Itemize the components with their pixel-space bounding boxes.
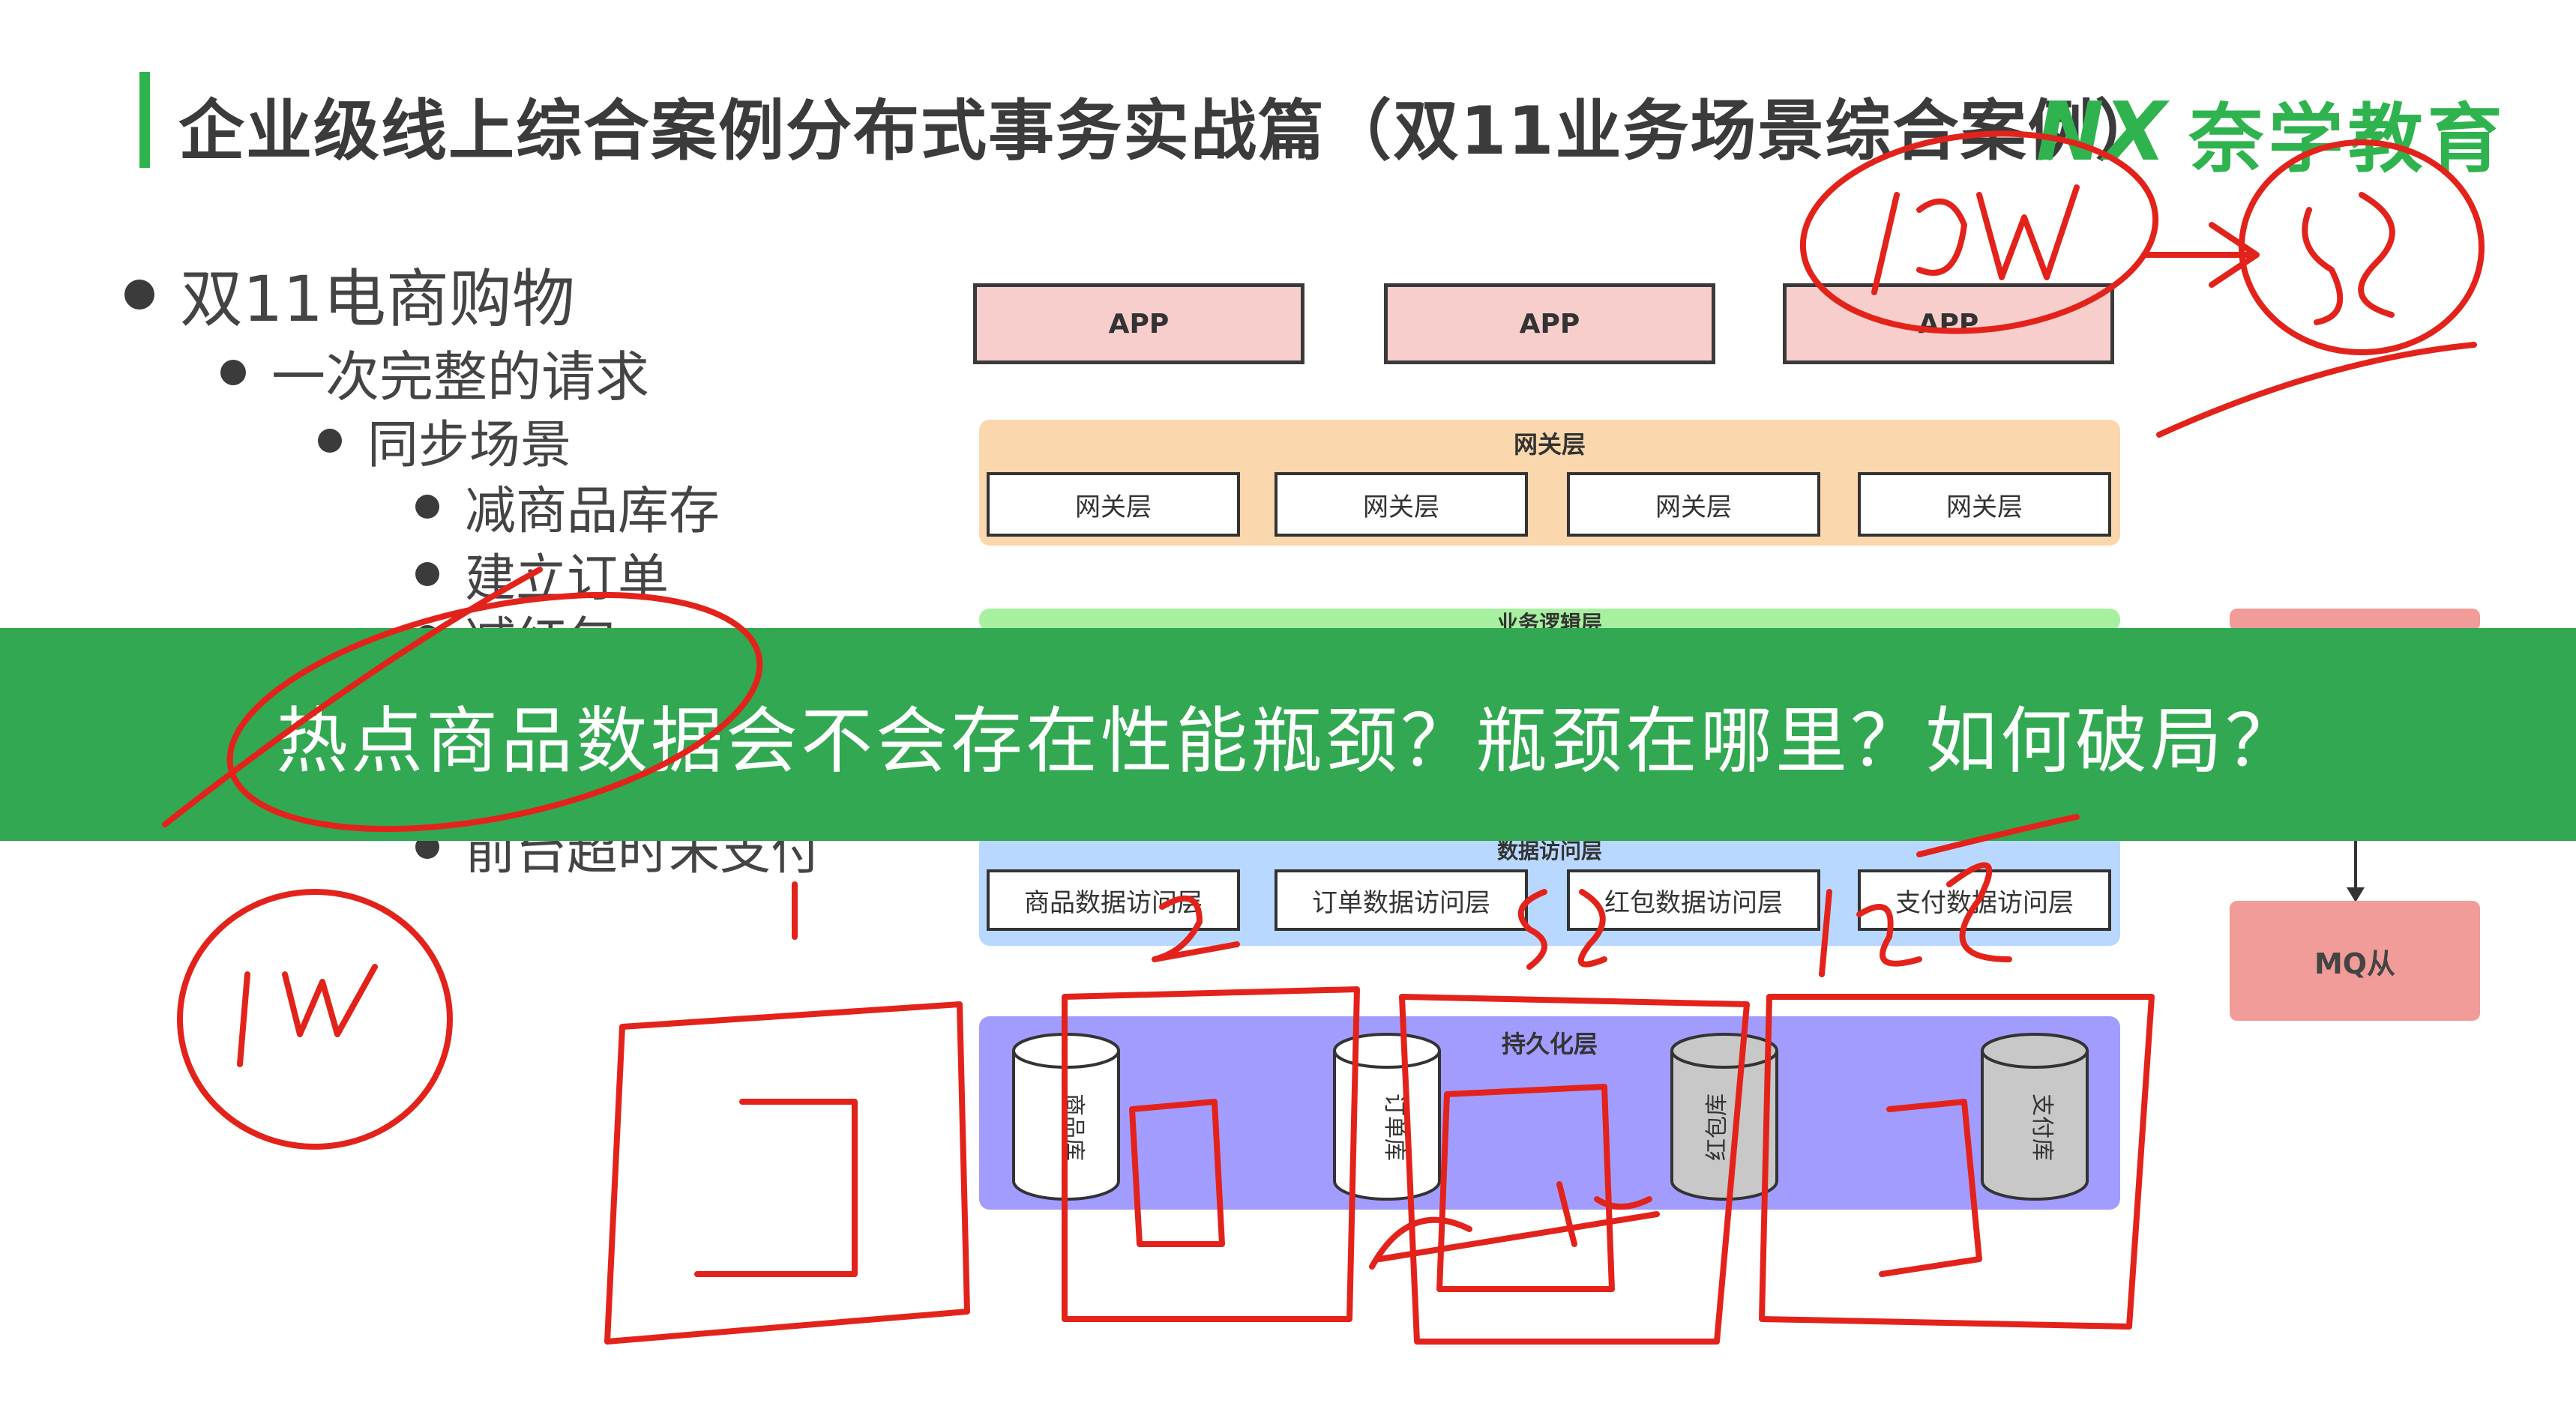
- ink-box: [694, 1099, 858, 1277]
- subtitle-banner: 热点商品数据会不会存在性能瓶颈？瓶颈在哪里？如何破局？: [0, 628, 2576, 841]
- database-label: 支付库: [2029, 1093, 2055, 1161]
- database-label: 订单库: [1381, 1093, 1407, 1161]
- gateway-box: 网关层: [1567, 472, 1820, 537]
- ink-stroke: [2156, 342, 2477, 438]
- database-icon: 红包库: [1670, 1033, 1778, 1201]
- outline-item: 减商品库存: [415, 469, 720, 543]
- app-box: APP: [973, 283, 1304, 364]
- data-access-box: 商品数据访问层: [987, 869, 1240, 931]
- bullet-icon: [220, 359, 246, 385]
- app-box: APP: [1384, 283, 1715, 364]
- database-icon: 支付库: [1981, 1033, 2089, 1201]
- database-icon: 订单库: [1333, 1033, 1441, 1201]
- ink-stroke: [1871, 184, 2080, 295]
- app-box: APP: [1783, 283, 2114, 364]
- arrow-down-icon: [2347, 887, 2365, 902]
- outline-level1-text: 双11电商购物: [180, 262, 575, 336]
- bullet-icon: [318, 428, 342, 453]
- database-label: 商品库: [1060, 1093, 1086, 1161]
- data-access-box: 订单数据访问层: [1275, 869, 1528, 931]
- ink-stroke: [237, 964, 378, 1067]
- ink-circle: [177, 889, 453, 1150]
- gateway-box: 网关层: [1858, 472, 2111, 537]
- logo-text: 奈学教育: [2188, 95, 2507, 183]
- slide-title: 企业级线上综合案例分布式事务实战篇（双11业务场景综合案例）: [178, 92, 2163, 169]
- gateway-box: 网关层: [987, 472, 1240, 537]
- data-access-box: 红包数据访问层: [1567, 869, 1820, 931]
- persistence-layer-label: 持久化层: [1501, 1030, 1598, 1058]
- mq-connector-line: [2354, 839, 2357, 892]
- subtitle-text: 热点商品数据会不会存在性能瓶颈？瓶颈在哪里？如何破局？: [276, 699, 2300, 783]
- gateway-box: 网关层: [1275, 472, 1528, 537]
- logo-mark: NX: [2036, 85, 2167, 179]
- outline-item-text: 减商品库存: [465, 482, 720, 541]
- bullet-icon: [415, 494, 439, 519]
- ink-box: [604, 1001, 970, 1345]
- title-accent-bar: [139, 72, 150, 168]
- persistence-layer: 持久化层: [979, 1016, 2120, 1210]
- database-label: 红包库: [1704, 1093, 1730, 1161]
- outline-level3-text: 同步场景: [367, 416, 572, 475]
- ink-stroke: [2302, 192, 2395, 325]
- brand-logo: NX 奈学教育: [2036, 78, 2507, 187]
- outline-level2: 一次完整的请求: [220, 333, 649, 411]
- gateway-layer-label: 网关层: [1513, 430, 1586, 459]
- bullet-icon: [415, 561, 439, 586]
- bullet-icon: [124, 279, 154, 310]
- database-icon: 商品库: [1012, 1033, 1120, 1201]
- outline-level3: 同步场景: [318, 403, 571, 477]
- ink-arrow: [2141, 222, 2260, 288]
- data-access-box: 支付数据访问层: [1858, 869, 2111, 931]
- outline-level2-text: 一次完整的请求: [271, 346, 650, 408]
- outline-level1: 双11电商购物: [124, 249, 575, 340]
- mq-slave-box: MQ从: [2230, 901, 2480, 1021]
